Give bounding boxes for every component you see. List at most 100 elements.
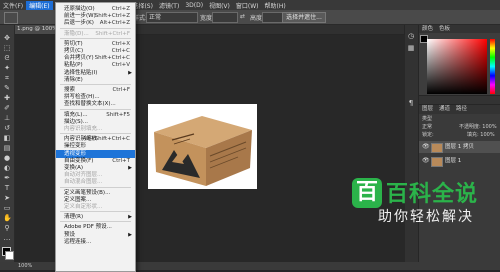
adjustments-panel-header [419,96,500,104]
edit-menu-item[interactable]: 定义自定形状... [56,203,135,211]
menu-separator [60,108,131,110]
menu-item[interactable]: 滤镜(T) [156,1,182,10]
menu-item-label: 清除(E) [64,76,83,83]
more-tools-icon[interactable]: … [3,235,11,242]
eyedropper-icon[interactable]: ✎ [3,85,11,92]
paragraph-panel-icon[interactable]: ¶ [407,100,415,107]
layer-thumbnail [431,157,443,167]
menu-item-label: 清理(R) [64,214,84,221]
edit-menu-item[interactable]: 自动混合图层... [56,178,135,186]
menu-separator [60,133,131,135]
watermark: 百 百科全说 助你轻松解决 [352,178,490,232]
menu-item-label: 远程连接... [64,238,92,245]
menu-item[interactable]: 3D(D) [182,2,206,9]
layers-panel-tabs: 图层 通道 路径 [419,105,500,114]
menu-item-label: 内容识别填充... [64,126,103,132]
tab-layers[interactable]: 图层 [419,105,436,114]
history-panel-icon[interactable]: ◷ [407,33,415,40]
path-select-icon[interactable]: ➤ [3,195,11,202]
edit-menu-item[interactable]: 内容识别填充... [56,125,135,133]
tab-swatches[interactable]: 色板 [436,25,453,33]
watermark-subtitle: 助你轻松解决 [378,209,474,225]
type-tool-icon[interactable]: T [3,185,11,192]
select-and-mask-button[interactable]: 选择并遮住... [282,12,326,23]
shape-tool-icon[interactable]: ▭ [3,205,11,212]
menu-item[interactable]: 编辑(E) [26,0,53,10]
menu-item[interactable]: 帮助(H) [262,1,289,10]
cardboard-box-image [154,116,252,186]
menu-separator [60,84,131,85]
menu-separator [60,27,131,29]
tab-color[interactable]: 颜色 [419,25,436,33]
menu-separator [60,221,131,223]
watermark-title: 百科全说 [386,182,479,207]
layer-filter-select[interactable]: 类型 [422,116,432,123]
pen-tool-icon[interactable]: ✒ [3,175,11,182]
eye-icon[interactable]: 👁 [422,155,430,167]
tab-paths[interactable]: 路径 [453,105,470,114]
color-picker-field[interactable] [427,39,487,94]
edit-menu-item[interactable]: 渐隐(D)... Shift+Ctrl+F [56,30,135,38]
submenu-arrow-icon: ▶ [128,214,132,221]
menu-item[interactable]: 窗口(W) [233,1,262,10]
zoom-tool-icon[interactable]: ⚲ [3,225,11,232]
menu-item-label: 渐隐(D)... [64,30,89,37]
opacity-control[interactable]: 不透明度: 100% [459,124,497,131]
lock-label: 锁定: [422,132,434,138]
healing-brush-icon[interactable]: ✚ [3,95,11,102]
history-brush-icon[interactable]: ↺ [3,125,11,132]
properties-panel-icon[interactable]: ▦ [407,45,415,52]
menu-item[interactable]: 视图(V) [206,1,233,10]
toolbox: ✥ ⬚ ᘓ ✦ ⌗ ✎ ✚ ✐ ⊥ ↺ ◧ ▤ ● ◐ ✒ T ➤ ▭ ✋ ⚲ … [0,25,15,263]
document-tab[interactable]: 1.png @ 100% (图层 1, RGB/8) [14,25,59,34]
blur-tool-icon[interactable]: ● [3,155,11,162]
magic-wand-icon[interactable]: ✦ [3,65,11,72]
menu-item[interactable]: 文件(F) [0,1,26,10]
watermark-logo: 百 [352,178,382,208]
background-color-swatch[interactable] [5,251,14,260]
edit-menu-item[interactable]: 清理(R) ▶ [56,213,135,221]
menu-item-label: 定义自定形状... [64,204,103,210]
document-canvas[interactable] [148,104,257,189]
blend-mode-select[interactable]: 正常 [422,124,432,131]
layer-name: 图层 1 拷贝 [445,144,474,150]
menu-item-shortcut: Shift+Ctrl+F [95,30,130,37]
menu-separator [60,37,131,39]
layer-row[interactable]: 👁 图层 1 拷贝 [419,141,500,153]
edit-menu-item[interactable]: 远程连接... [56,238,135,246]
edit-menu-item[interactable]: 清除(E) [56,76,135,84]
menu-separator [60,186,131,188]
edit-menu-dropdown: 还原描边(O) Ctrl+Z 前进一步(W) Shift+Ctrl+Z 后退一步(K) A… [55,2,136,272]
marquee-tool-icon[interactable] [4,12,18,24]
width-input[interactable] [212,12,238,23]
layer-row[interactable]: 👁 图层 1 [419,155,500,167]
marquee-tool-icon[interactable]: ⬚ [3,45,11,52]
menu-item-label: 后退一步(K) [64,20,94,27]
eye-icon[interactable]: 👁 [422,141,430,153]
hue-slider[interactable] [490,39,495,94]
color-panel-tabs: 颜色 色板 [419,25,500,33]
gradient-tool-icon[interactable]: ▤ [3,145,11,152]
swap-icon[interactable]: ⇄ [240,13,245,20]
color-panel: 颜色 色板 [419,25,500,95]
eraser-icon[interactable]: ◧ [3,135,11,142]
menu-item-label: 自动混合图层... [64,179,103,186]
brush-tool-icon[interactable]: ✐ [3,105,11,112]
clone-stamp-icon[interactable]: ⊥ [3,115,11,122]
layer-thumbnail [431,143,443,153]
crop-tool-icon[interactable]: ⌗ [3,75,11,82]
menu-item-shortcut: Alt+Ctrl+Z [99,20,130,27]
zoom-level[interactable]: 100% [18,262,32,270]
edit-menu-item[interactable]: 查找和替换文本(X)... [56,100,135,108]
hand-tool-icon[interactable]: ✋ [3,215,12,222]
lasso-tool-icon[interactable]: ᘓ [3,55,11,62]
dodge-tool-icon[interactable]: ◐ [3,165,11,172]
tab-channels[interactable]: 通道 [436,105,453,114]
style-select[interactable]: 正常 [146,12,198,23]
menu-separator [60,211,131,213]
edit-menu-item[interactable]: 后退一步(K) Alt+Ctrl+Z [56,19,135,27]
fill-control[interactable]: 填充: 100% [467,132,495,139]
move-tool-icon[interactable]: ✥ [3,35,11,42]
menu-item-label: 查找和替换文本(X)... [64,101,116,108]
layer-name: 图层 1 [445,158,462,164]
